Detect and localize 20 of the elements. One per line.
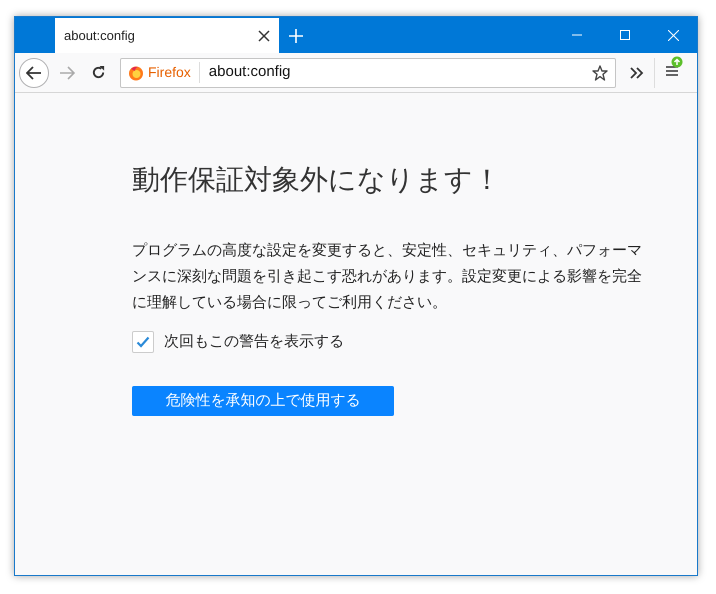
maximize-icon[interactable]: [620, 30, 630, 40]
browser-tab[interactable]: about:config: [55, 18, 279, 53]
page-heading: 動作保証対象外になります！: [132, 163, 502, 197]
back-arrow-icon: [26, 66, 42, 80]
warning-text: プログラムの高度な設定を変更すると、安定性、セキュリティ、パフォーマンスに深刻な問題を引き起こす恐れがあります。設定変更による影響を完全に理解している場合に限ってご利用ください。: [132, 240, 643, 313]
star-icon[interactable]: [592, 64, 608, 80]
url-text: about:config: [208, 62, 292, 82]
browser-logo-icon: [128, 64, 144, 80]
close-icon[interactable]: [258, 30, 270, 42]
menu-icon[interactable]: [665, 56, 683, 78]
accept-risk-button[interactable]: 危険性を承知の上で使用する: [132, 386, 394, 416]
new-tab-icon[interactable]: [289, 29, 303, 43]
checkbox-label: 次回もこの警告を表示する: [164, 332, 344, 352]
check-icon: [136, 336, 150, 348]
checkbox[interactable]: [132, 330, 154, 353]
back-button[interactable]: [19, 58, 49, 88]
identity-label: Firefox: [148, 62, 200, 83]
reload-icon[interactable]: [91, 65, 106, 80]
overflow-chevron-icon[interactable]: [630, 66, 644, 78]
address-bar[interactable]: Firefox about:config: [120, 58, 616, 88]
